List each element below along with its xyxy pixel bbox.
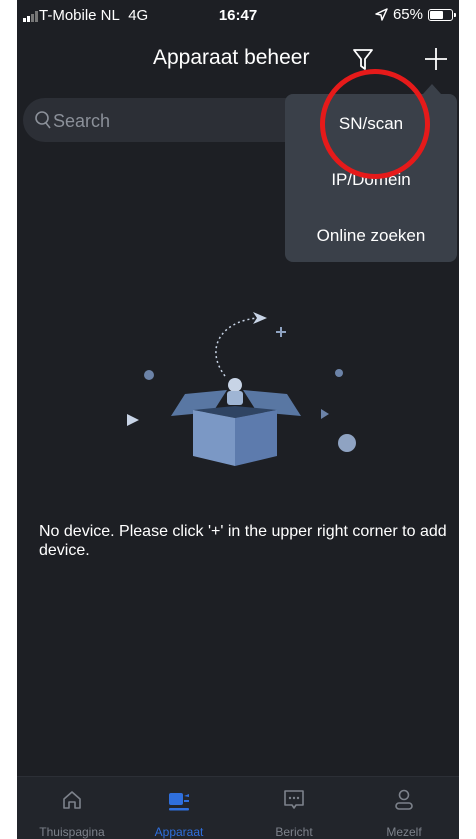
- search-icon: [35, 111, 51, 129]
- user-icon: [395, 789, 413, 810]
- location-arrow-icon: [375, 8, 388, 21]
- empty-state-message: No device. Please click '+' in the upper…: [39, 523, 447, 559]
- battery-percent: 65%: [392, 6, 423, 23]
- status-right: 65%: [375, 6, 456, 23]
- open-box-icon: [127, 312, 356, 466]
- status-bar: T-Mobile NL 4G 16:47 65%: [17, 0, 459, 32]
- tab-bar: Thuispagina Apparaat Bericht Mezelf: [17, 776, 459, 839]
- app-screen: T-Mobile NL 4G 16:47 65% Apparaat beheer: [17, 0, 459, 839]
- battery-icon: [428, 8, 456, 21]
- menu-caret: [423, 84, 441, 94]
- tab-label: Bericht: [275, 825, 313, 839]
- highlight-circle: [320, 69, 430, 179]
- home-icon: [63, 791, 81, 809]
- tab-home[interactable]: Thuispagina: [27, 777, 117, 839]
- tab-device[interactable]: Apparaat: [134, 777, 224, 839]
- tab-label: Apparaat: [154, 825, 204, 839]
- tab-label: Thuispagina: [39, 825, 105, 839]
- menu-item-online-search[interactable]: Online zoeken: [285, 208, 457, 264]
- tab-profile[interactable]: Mezelf: [359, 777, 449, 839]
- message-icon: [284, 790, 304, 809]
- search-bar[interactable]: [23, 98, 323, 142]
- page-title: Apparaat beheer: [153, 46, 310, 69]
- tab-label: Mezelf: [386, 825, 422, 839]
- plus-icon[interactable]: [424, 47, 448, 71]
- battery-fill: [430, 10, 443, 19]
- tab-messages[interactable]: Bericht: [249, 777, 339, 839]
- camera-icon: [169, 793, 189, 811]
- search-input[interactable]: [51, 104, 315, 138]
